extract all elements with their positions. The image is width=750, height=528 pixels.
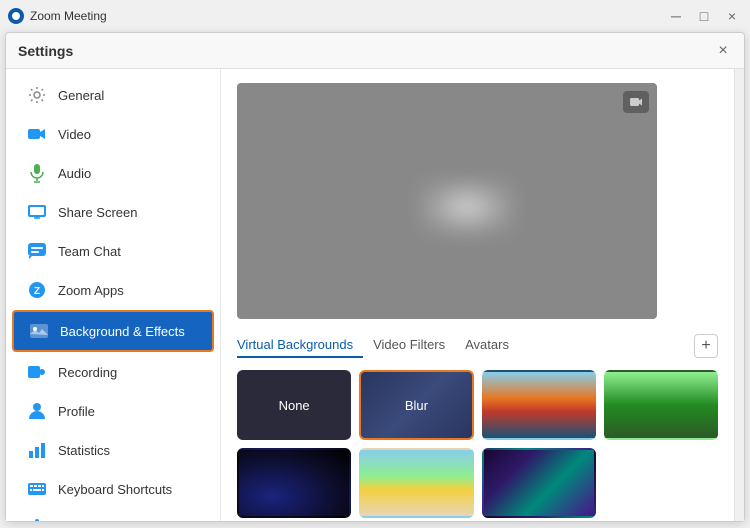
profile-icon xyxy=(26,400,48,422)
bg-grass[interactable] xyxy=(604,370,718,440)
sidebar-item-zoom-apps[interactable]: Z Zoom Apps xyxy=(12,271,214,309)
sidebar-label-recording: Recording xyxy=(58,365,117,380)
blur-effect xyxy=(417,177,517,237)
sidebar-label-share-screen: Share Screen xyxy=(58,205,138,220)
settings-window: Settings × General xyxy=(5,32,745,522)
svg-text:Z: Z xyxy=(34,286,40,297)
settings-header: Settings × xyxy=(6,33,744,69)
sidebar-label-accessibility: Accessibility xyxy=(58,521,129,522)
mic-icon xyxy=(26,162,48,184)
sidebar-label-keyboard-shortcuts: Keyboard Shortcuts xyxy=(58,482,172,497)
sidebar: General Video xyxy=(6,69,221,521)
title-bar: Zoom Meeting ─ □ × xyxy=(0,0,750,32)
sidebar-item-profile[interactable]: Profile xyxy=(12,392,214,430)
sidebar-label-team-chat: Team Chat xyxy=(58,244,121,259)
settings-close-button[interactable]: × xyxy=(714,42,732,60)
bg-none[interactable]: None xyxy=(237,370,351,440)
sidebar-label-audio: Audio xyxy=(58,166,91,181)
camera-icon xyxy=(623,91,649,113)
stats-icon xyxy=(26,439,48,461)
sidebar-item-background-effects[interactable]: Background & Effects xyxy=(12,310,214,352)
keyboard-icon xyxy=(26,478,48,500)
app-icon xyxy=(8,8,24,24)
app-title: Zoom Meeting xyxy=(30,9,107,23)
minimize-button[interactable]: ─ xyxy=(666,6,686,26)
settings-title: Settings xyxy=(18,43,73,59)
share-screen-icon xyxy=(26,201,48,223)
sidebar-item-share-screen[interactable]: Share Screen xyxy=(12,193,214,231)
record-icon xyxy=(26,361,48,383)
settings-body: General Video xyxy=(6,69,744,521)
bg-none-label: None xyxy=(279,398,310,413)
add-background-button[interactable]: + xyxy=(694,334,718,358)
sidebar-item-audio[interactable]: Audio xyxy=(12,154,214,192)
bg-bridge[interactable] xyxy=(482,370,596,440)
sidebar-item-keyboard-shortcuts[interactable]: Keyboard Shortcuts xyxy=(12,470,214,508)
bg-blur-label: Blur xyxy=(405,398,428,413)
bg-space[interactable] xyxy=(237,448,351,518)
sidebar-label-general: General xyxy=(58,88,104,103)
tabs-bar: Virtual Backgrounds Video Filters Avatar… xyxy=(237,333,718,358)
sidebar-item-accessibility[interactable]: Accessibility xyxy=(12,509,214,521)
chat-icon xyxy=(26,240,48,262)
sidebar-item-general[interactable]: General xyxy=(12,76,214,114)
sidebar-item-recording[interactable]: Recording xyxy=(12,353,214,391)
apps-icon: Z xyxy=(26,279,48,301)
accessibility-icon xyxy=(26,517,48,521)
sidebar-label-video: Video xyxy=(58,127,91,142)
sidebar-label-background-effects: Background & Effects xyxy=(60,324,185,339)
sidebar-item-team-chat[interactable]: Team Chat xyxy=(12,232,214,270)
backgrounds-grid: None Blur xyxy=(237,370,718,518)
bg-beach[interactable] xyxy=(359,448,473,518)
main-content: Virtual Backgrounds Video Filters Avatar… xyxy=(221,69,734,521)
bg-blur[interactable]: Blur xyxy=(359,370,473,440)
sidebar-item-statistics[interactable]: Statistics xyxy=(12,431,214,469)
close-window-button[interactable]: × xyxy=(722,6,742,26)
video-preview xyxy=(237,83,657,319)
bg-aurora[interactable] xyxy=(482,448,596,518)
gear-icon xyxy=(26,84,48,106)
tab-video-filters[interactable]: Video Filters xyxy=(363,333,455,358)
tab-virtual-backgrounds[interactable]: Virtual Backgrounds xyxy=(237,333,363,358)
sidebar-label-statistics: Statistics xyxy=(58,443,110,458)
background-icon xyxy=(28,320,50,342)
sidebar-label-zoom-apps: Zoom Apps xyxy=(58,283,124,298)
tab-avatars[interactable]: Avatars xyxy=(455,333,519,358)
window-controls: ─ □ × xyxy=(666,6,742,26)
sidebar-item-video[interactable]: Video xyxy=(12,115,214,153)
sidebar-label-profile: Profile xyxy=(58,404,95,419)
video-icon xyxy=(26,123,48,145)
maximize-button[interactable]: □ xyxy=(694,6,714,26)
scrollbar-panel xyxy=(734,69,744,521)
